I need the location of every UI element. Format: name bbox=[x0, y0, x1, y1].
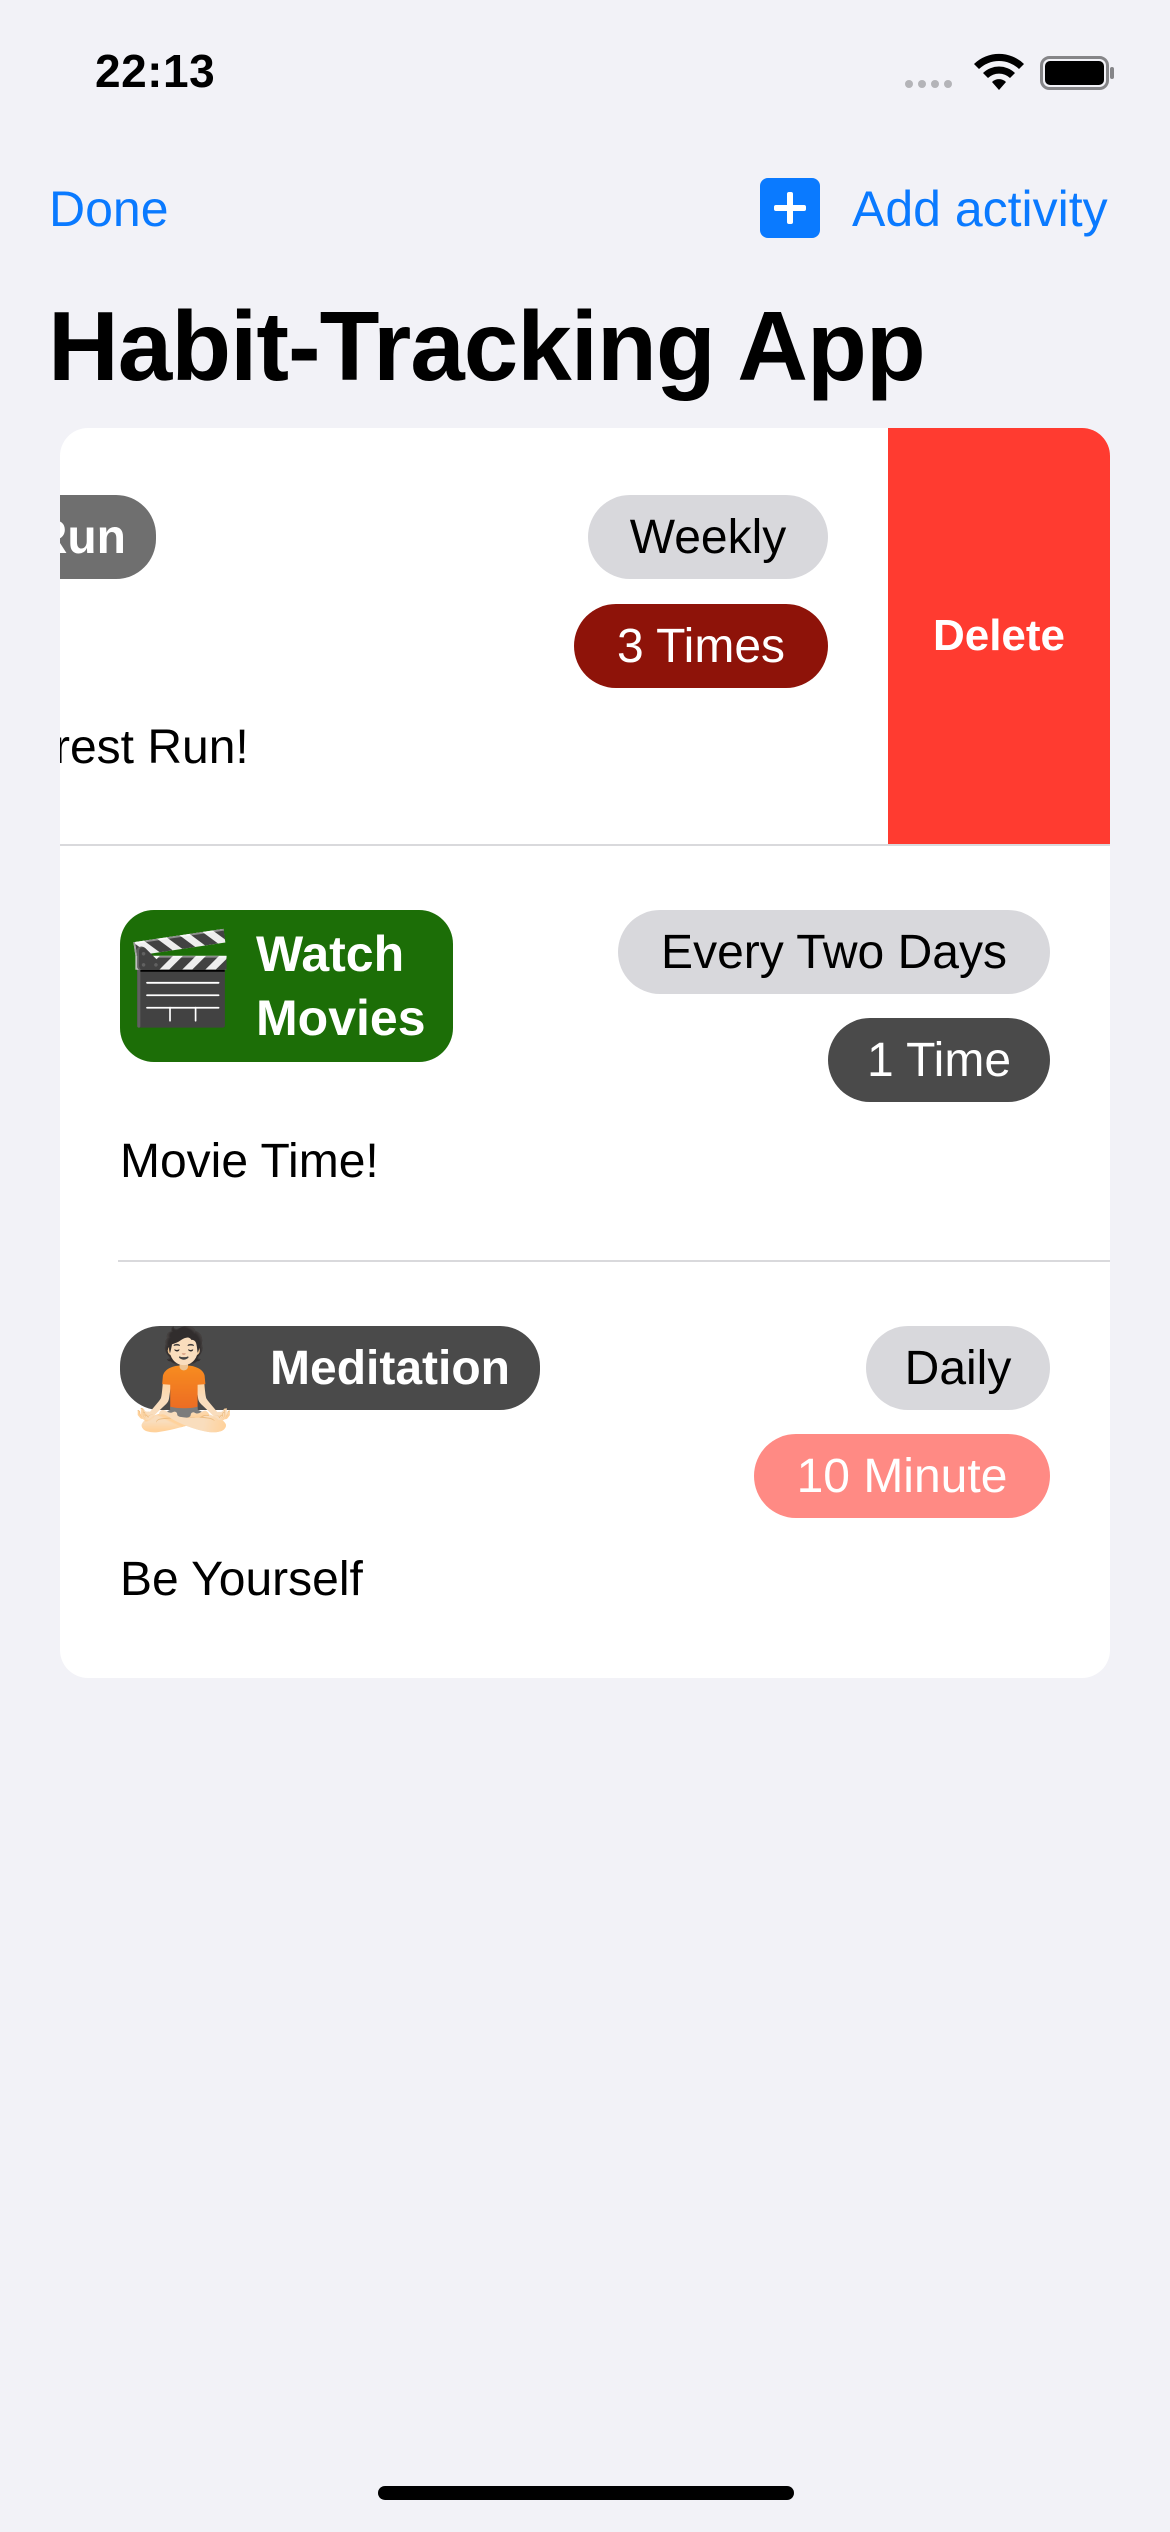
activity-pill: Run bbox=[60, 495, 156, 579]
activity-label: Watch Movies bbox=[256, 922, 426, 1050]
activity-label: Run bbox=[60, 510, 126, 564]
list-item[interactable]: Meditation 🧘🏻 Daily 10 Minute Be Yoursel… bbox=[60, 1262, 1110, 1678]
amount-badge: 3 Times bbox=[574, 604, 828, 688]
amount-label: 1 Time bbox=[866, 1033, 1012, 1087]
clapper-board-icon: 🎬 bbox=[124, 929, 237, 1029]
delete-button[interactable]: Delete bbox=[888, 428, 1110, 844]
wifi-icon bbox=[974, 53, 1024, 90]
list-item[interactable]: Run Weekly 3 Times rest Run! Delete bbox=[60, 428, 1110, 844]
home-indicator[interactable] bbox=[378, 2486, 794, 2500]
activity-label: Meditation bbox=[270, 1341, 510, 1395]
add-activity-button[interactable]: Add activity bbox=[852, 180, 1108, 238]
activity-label-line1: Watch bbox=[256, 926, 405, 982]
frequency-badge: Every Two Days bbox=[618, 910, 1050, 994]
activity-label-line2: Movies bbox=[256, 990, 426, 1046]
page-title: Habit-Tracking App bbox=[48, 291, 926, 401]
frequency-badge: Weekly bbox=[588, 495, 828, 579]
habit-list: Run Weekly 3 Times rest Run! Delete 🎬 Wa… bbox=[60, 428, 1110, 1678]
amount-badge: 1 Time bbox=[828, 1018, 1050, 1102]
habit-note: Movie Time! bbox=[120, 1135, 379, 1188]
list-item[interactable]: 🎬 Watch Movies Every Two Days 1 Time Mov… bbox=[60, 844, 1110, 1260]
cellular-signal-icon bbox=[905, 80, 952, 88]
amount-label: 10 Minute bbox=[796, 1449, 1008, 1503]
frequency-label: Weekly bbox=[629, 510, 787, 564]
frequency-badge: Daily bbox=[866, 1326, 1050, 1410]
frequency-label: Every Two Days bbox=[661, 925, 1007, 979]
amount-badge: 10 Minute bbox=[754, 1434, 1050, 1518]
meditation-person-icon: 🧘🏻 bbox=[124, 1326, 244, 1433]
screen: 22:13 Done Add activity Habit-Tracking A… bbox=[0, 0, 1170, 2532]
habit-note: Be Yourself bbox=[120, 1553, 363, 1606]
done-button[interactable]: Done bbox=[49, 180, 169, 238]
amount-label: 3 Times bbox=[616, 619, 786, 673]
frequency-label: Daily bbox=[904, 1341, 1012, 1395]
add-activity-icon[interactable] bbox=[760, 178, 820, 238]
status-time: 22:13 bbox=[95, 45, 216, 97]
battery-icon bbox=[1040, 56, 1114, 90]
habit-note: rest Run! bbox=[60, 721, 249, 774]
